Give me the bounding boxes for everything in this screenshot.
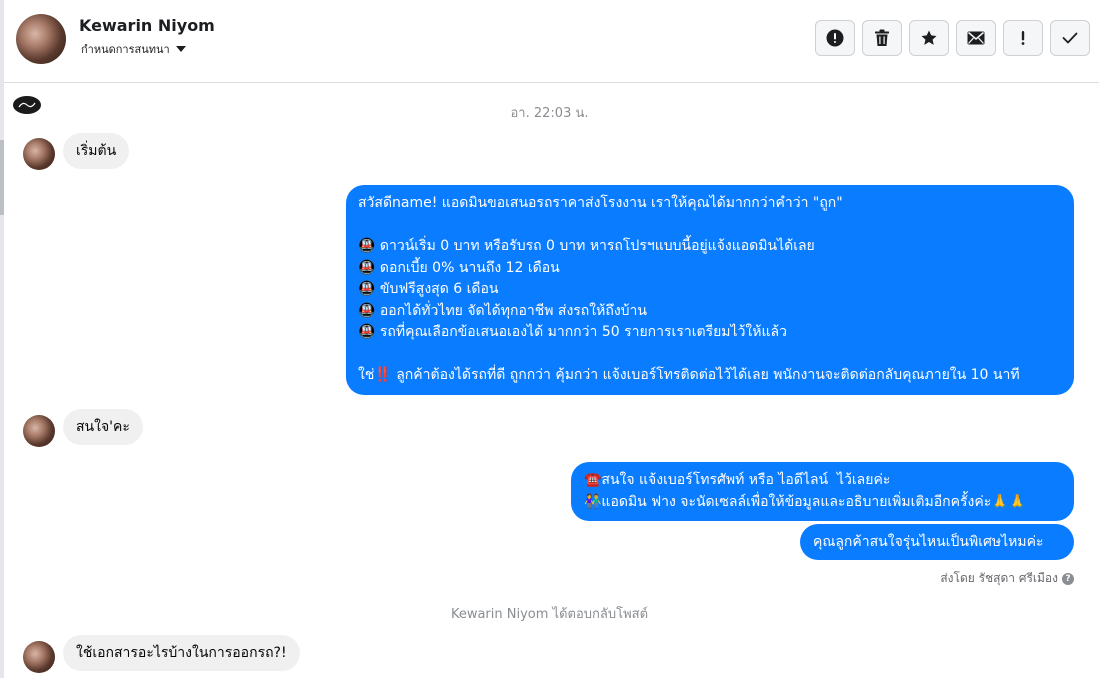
sent-by-label: ส่งโดย รัชสุดา ศรีเมือง ? bbox=[940, 569, 1074, 588]
message-bubble-incoming[interactable]: เริ่มต้น bbox=[63, 133, 130, 169]
customer-avatar[interactable] bbox=[23, 138, 55, 170]
message-bubble-incoming[interactable]: สนใจ'คะ bbox=[63, 409, 143, 445]
customer-avatar[interactable] bbox=[23, 415, 55, 447]
scrollbar-thumb[interactable] bbox=[0, 140, 4, 215]
envelope-icon bbox=[967, 31, 985, 45]
delete-button[interactable] bbox=[862, 20, 902, 56]
done-button[interactable] bbox=[1050, 20, 1090, 56]
alert-circle-icon bbox=[826, 29, 844, 47]
star-icon bbox=[921, 30, 937, 45]
assign-conversation-dropdown[interactable]: กำหนดการสนทนา bbox=[81, 40, 186, 58]
reply-to-post-note: Kewarin Niyom ได้ตอบกลับโพสต์ bbox=[450, 607, 649, 622]
contact-name[interactable]: Kewarin Niyom bbox=[79, 16, 215, 35]
message-bubble-outgoing[interactable]: สวัสดีname! แอดมินขอเสนอรถราคาส่งโรงงาน … bbox=[346, 185, 1074, 395]
header-actions bbox=[815, 20, 1090, 56]
star-button[interactable] bbox=[909, 20, 949, 56]
assign-conversation-label: กำหนดการสนทนา bbox=[81, 43, 170, 56]
sent-by-text: ส่งโดย รัชสุดา ศรีเมือง bbox=[940, 571, 1058, 585]
message-bubble-incoming[interactable]: ใช้เอกสารอะไรบ้างในการออกรถ?! bbox=[63, 635, 300, 671]
caret-down-icon bbox=[175, 46, 186, 52]
message-bubble-outgoing[interactable]: ☎️สนใจ แจ้งเบอร์โทรศัพท์ หรือ ไอดีไลน์ ไ… bbox=[571, 462, 1074, 521]
message-bubble-outgoing[interactable]: คุณลูกค้าสนใจรุ่นไหนเป็นพิเศษไหมค่ะ bbox=[800, 524, 1074, 560]
trash-icon bbox=[875, 29, 889, 46]
check-icon bbox=[1062, 32, 1078, 44]
follow-up-button[interactable] bbox=[1003, 20, 1043, 56]
message-timestamp: อา. 22:03 น. bbox=[510, 106, 589, 121]
help-icon[interactable]: ? bbox=[1062, 572, 1074, 585]
exclamation-icon bbox=[1021, 31, 1025, 45]
conversation-header: Kewarin Niyom กำหนดการสนทนา bbox=[4, 0, 1099, 83]
mark-unread-button[interactable] bbox=[956, 20, 996, 56]
spam-button[interactable] bbox=[815, 20, 855, 56]
customer-avatar[interactable] bbox=[23, 641, 55, 673]
contact-avatar[interactable] bbox=[16, 14, 66, 64]
